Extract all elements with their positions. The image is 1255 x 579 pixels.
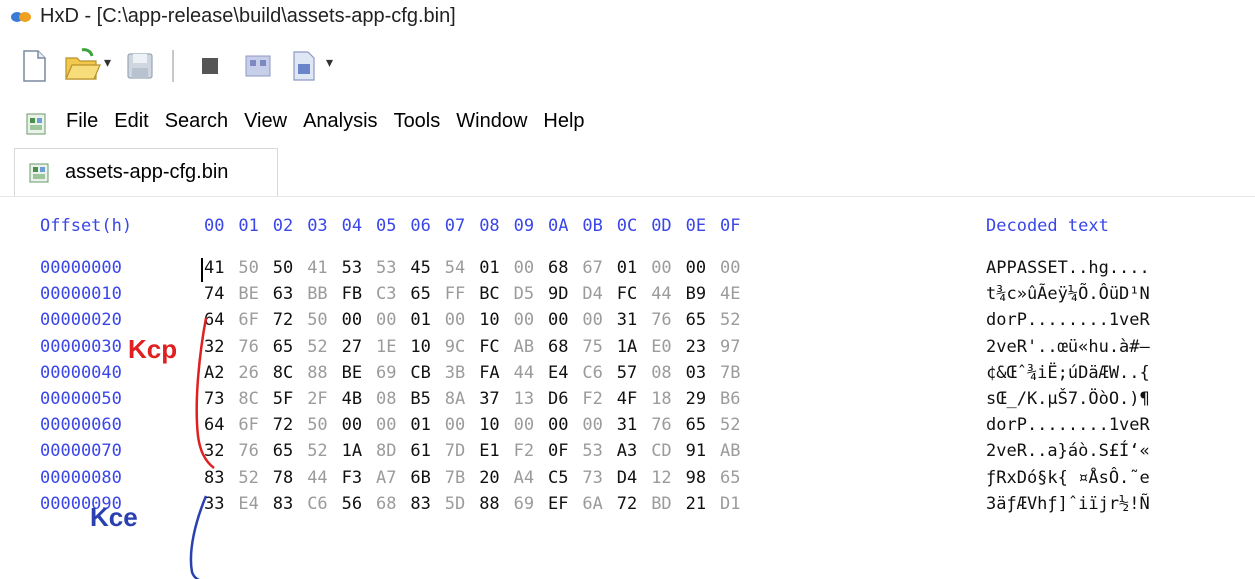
- menu-bar: File Edit Search View Analysis Tools Win…: [0, 104, 1255, 144]
- hxd-app-icon: [11, 12, 31, 22]
- tab-strip: assets-app-cfg.bin: [0, 148, 1255, 197]
- kce-bracket: [189, 495, 208, 579]
- save-disk-icon[interactable]: [120, 46, 160, 86]
- new-file-icon[interactable]: [14, 46, 54, 86]
- menu-view[interactable]: View: [244, 110, 287, 133]
- menu-window[interactable]: Window: [456, 110, 527, 133]
- disk-editor-icon[interactable]: [284, 46, 324, 86]
- title-bar: HxD - [C:\app-release\build\assets-app-c…: [0, 0, 1255, 34]
- kcp-bracket: [195, 317, 215, 469]
- close-icon[interactable]: [190, 46, 230, 86]
- menu-tools[interactable]: Tools: [394, 110, 441, 133]
- menu-analysis[interactable]: Analysis: [303, 110, 377, 133]
- tab-label: assets-app-cfg.bin: [65, 161, 229, 183]
- open-folder-icon[interactable]: [62, 46, 102, 86]
- toolbar: ▾ ▾: [0, 38, 1255, 94]
- hex-editor-view[interactable]: Offset(h) 00 01 02 03 04 05 06 07 08 09 0A 0B 0C 0D 0E…: [0, 200, 1255, 579]
- menu-search[interactable]: Search: [165, 110, 228, 133]
- window-title: HxD - [C:\app-release\build\assets-app-c…: [40, 5, 456, 27]
- binary-file-icon: [29, 163, 49, 183]
- ram-editor-icon[interactable]: [238, 46, 278, 86]
- toolbar-separator: [172, 50, 174, 82]
- open-dropdown-arrow[interactable]: ▾: [104, 54, 111, 71]
- menu-help[interactable]: Help: [543, 110, 584, 133]
- menu-edit[interactable]: Edit: [114, 110, 148, 133]
- editor-dropdown-arrow[interactable]: ▾: [326, 54, 333, 71]
- annotation-overlay: Kcp Kce: [90, 317, 215, 579]
- menu-items: File Edit Search View Analysis Tools Win…: [66, 110, 585, 133]
- kcp-label: Kcp: [128, 334, 177, 364]
- menu-file[interactable]: File: [66, 110, 98, 133]
- document-menu-icon[interactable]: [26, 113, 46, 135]
- tab-assets-app-cfg[interactable]: assets-app-cfg.bin: [14, 148, 278, 196]
- kce-label: Kce: [90, 502, 138, 532]
